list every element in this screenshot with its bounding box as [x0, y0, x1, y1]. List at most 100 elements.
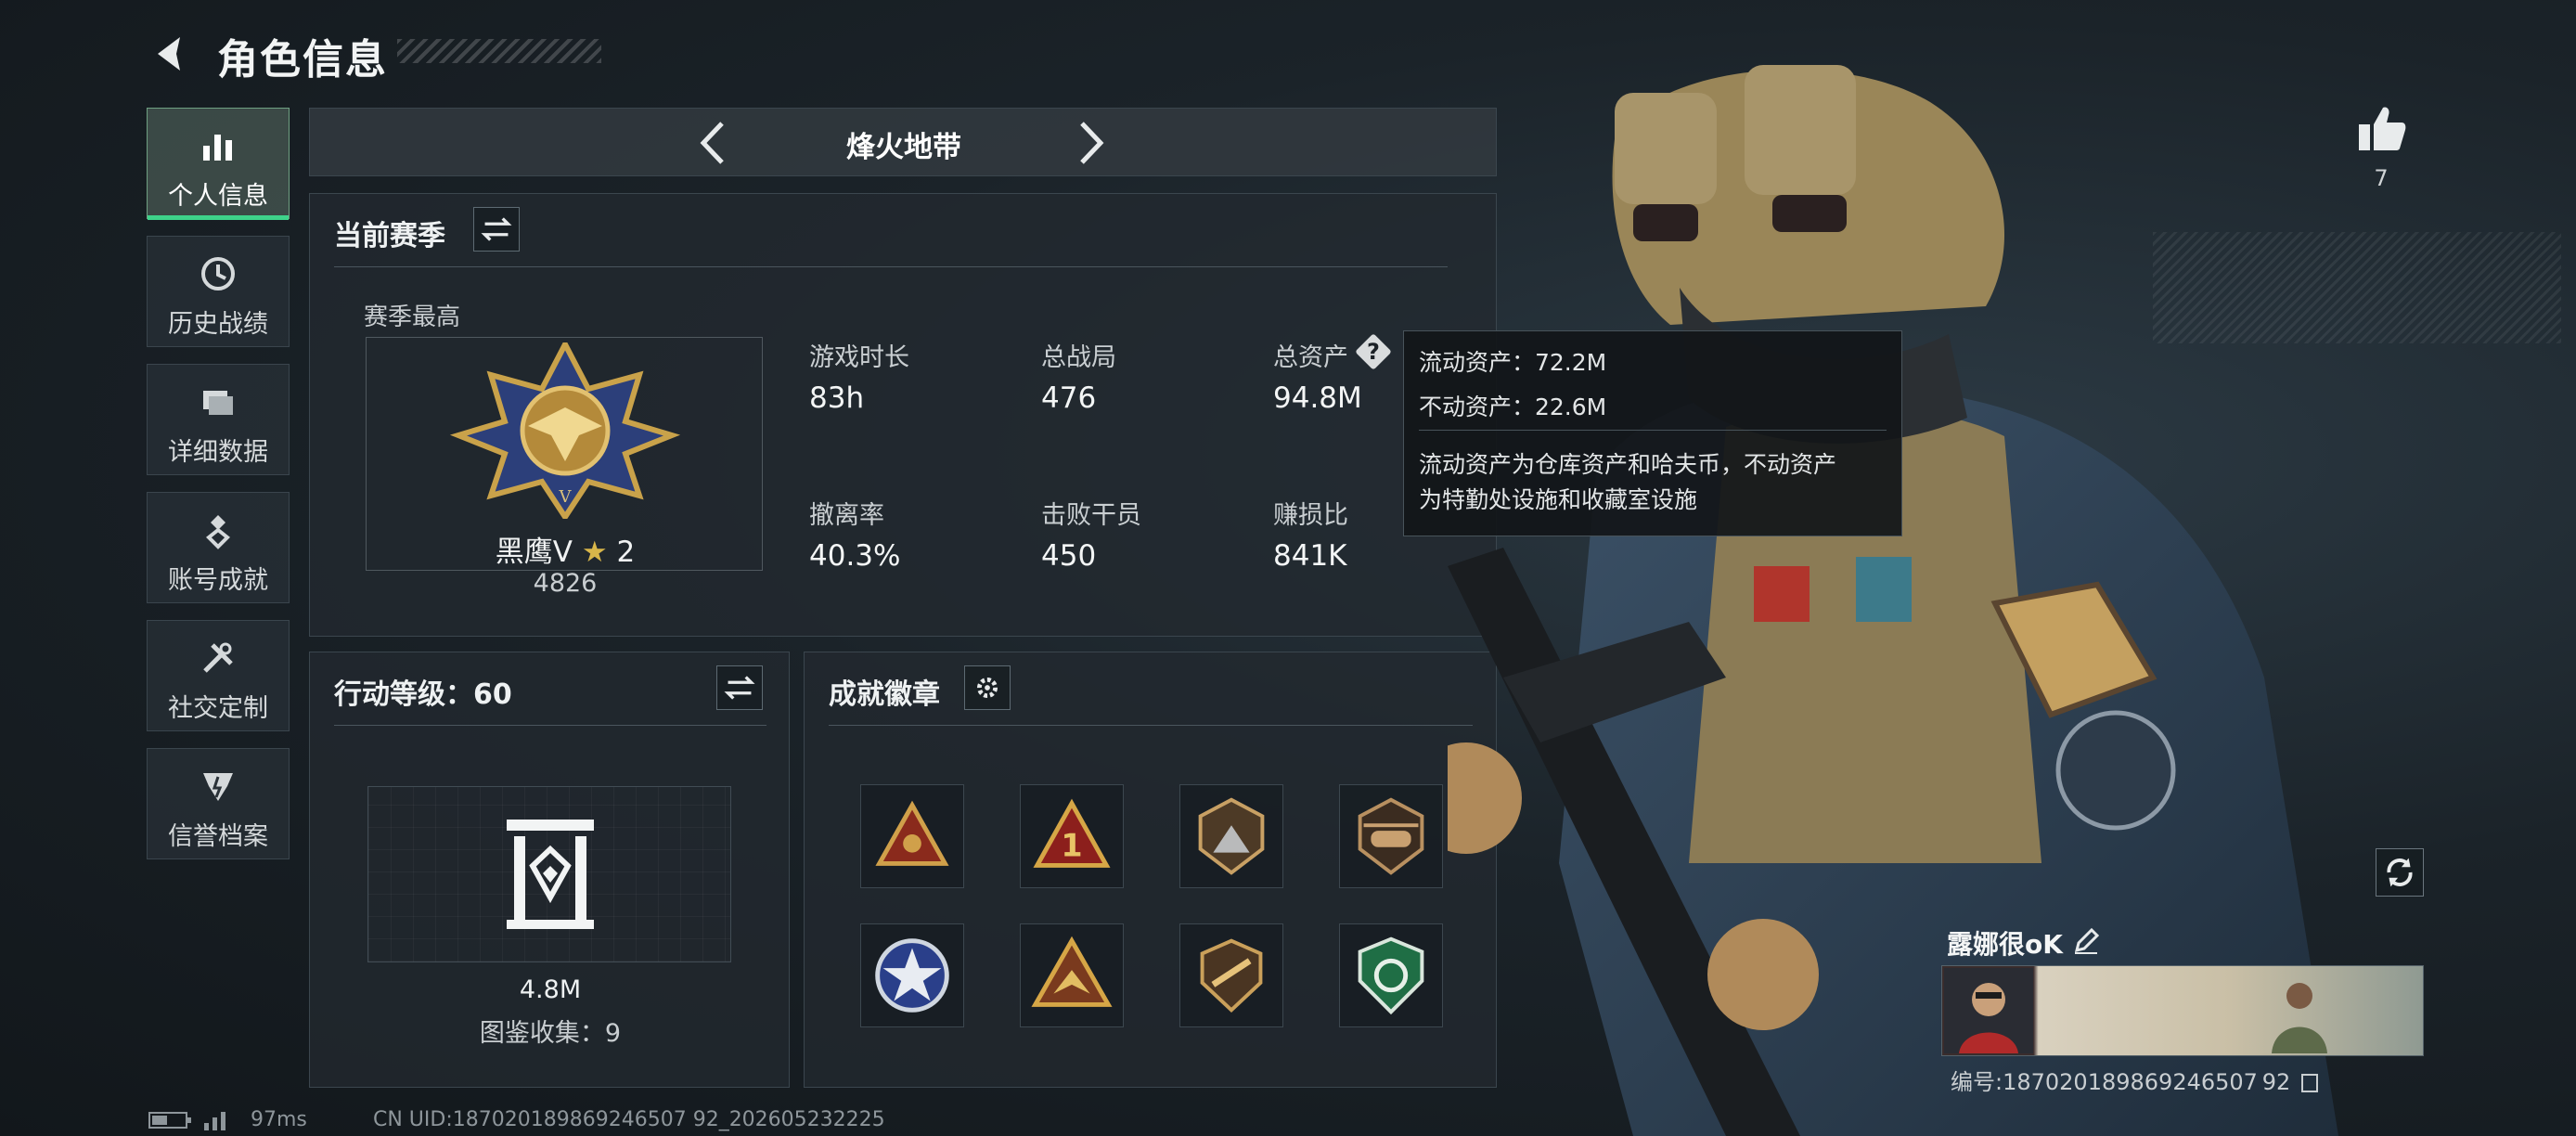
tooltip-desc-line1: 流动资产为仓库资产和哈夫币，不动资产 [1419, 451, 1837, 478]
refresh-icon [2387, 858, 2413, 887]
stat-value-total-matches: 476 [1041, 381, 1097, 415]
gear-icon [976, 677, 998, 699]
mode-name: 烽火地带 [846, 131, 961, 164]
folder-icon [203, 391, 233, 415]
rank-name-row: 黑鹰V ★ 2 [477, 528, 653, 570]
stat-label-extraction-rate: 撤离率 [809, 501, 884, 530]
sidebar-item-label: 账号成就 [168, 566, 268, 595]
achievements-panel: 成就徽章 1 [804, 652, 1497, 1088]
title-decor-stripes [397, 39, 601, 63]
stat-value-profit-loss: 841K [1273, 539, 1347, 573]
rank-stars: 2 [616, 536, 636, 569]
stat-label-play-time: 游戏时长 [809, 343, 909, 372]
banner-figure [2272, 983, 2327, 1053]
achievement-badge[interactable] [1339, 923, 1443, 1027]
action-level-switch-button[interactable] [716, 665, 763, 710]
svg-text:V: V [559, 487, 573, 507]
rank-one-icon: 1 [1033, 798, 1111, 868]
stat-value-operators-defeated: 450 [1041, 539, 1097, 573]
achievement-badge[interactable] [1179, 784, 1283, 888]
green-shield-icon [1358, 936, 1424, 1015]
rank-score: 4826 [533, 569, 598, 598]
avatar [1944, 968, 2033, 1053]
sidebar-item-label: 详细数据 [168, 438, 268, 467]
edit-icon[interactable] [2071, 926, 2101, 956]
svg-text:1: 1 [1061, 828, 1082, 864]
stat-value-play-time: 83h [809, 381, 865, 415]
achievement-badge[interactable] [860, 923, 964, 1027]
ping-value: 97ms [251, 1108, 307, 1131]
copy-icon[interactable] [2300, 1074, 2318, 1092]
battery-icon [148, 1112, 191, 1129]
rank-name: 黑鹰V [495, 536, 573, 569]
triangle-emblem-icon [875, 800, 949, 866]
helicopter-icon [1358, 797, 1424, 875]
achievement-badge[interactable] [1179, 923, 1283, 1027]
sidebar-item-social-custom[interactable]: 社交定制 [147, 620, 290, 731]
divider [829, 725, 1473, 726]
sidebar-item-account-achievements[interactable]: 账号成就 [147, 492, 290, 603]
season-switch-button[interactable] [473, 207, 520, 252]
sidebar-item-history[interactable]: 历史战绩 [147, 236, 290, 347]
gun-shield-icon [1200, 938, 1263, 1013]
eagle-triangle-icon [1031, 936, 1113, 1007]
sidebar-item-label: 社交定制 [168, 694, 268, 723]
season-best-label: 赛季最高 [364, 303, 461, 331]
likes-count: 7 [2374, 165, 2389, 191]
tools-icon [203, 642, 233, 673]
action-level-title: 行动等级：60 [334, 678, 512, 711]
swap-icon [481, 217, 512, 241]
signal-icon [204, 1112, 225, 1130]
achievements-title: 成就徽章 [829, 678, 940, 711]
achievement-badge[interactable] [1020, 923, 1124, 1027]
sidebar-item-label: 个人信息 [168, 182, 268, 211]
assets-tooltip: 流动资产：72.2M 不动资产：22.6M 流动资产为仓库资产和哈夫币，不动资产… [1403, 330, 1902, 536]
stat-value-total-assets: 94.8M [1273, 381, 1362, 415]
rank-medal-icon: V [449, 342, 681, 519]
refresh-button[interactable] [2376, 848, 2424, 897]
sidebar-item-credit-record[interactable]: 信誉档案 [147, 748, 290, 859]
tooltip-desc-line2: 为特勤处设施和收藏室设施 [1419, 486, 1698, 513]
achievement-badge[interactable] [860, 784, 964, 888]
medal-icon [206, 515, 230, 549]
stat-label-operators-defeated: 击败干员 [1041, 501, 1141, 530]
sidebar-item-detailed-data[interactable]: 详细数据 [147, 364, 290, 475]
star-medal-icon [875, 938, 949, 1013]
stat-label-total-matches: 总战局 [1041, 343, 1116, 372]
achievements-settings-button[interactable] [964, 665, 1011, 710]
mountain-shield-icon [1198, 797, 1265, 875]
swap-icon [724, 676, 755, 700]
shield-icon [203, 773, 233, 801]
page-title: 角色信息 [217, 36, 388, 84]
player-name: 露娜很oK [1947, 929, 2063, 960]
thumbs-up-icon[interactable] [2355, 102, 2407, 154]
help-icon[interactable]: ? [1357, 335, 1390, 368]
collection-vault-icon [507, 820, 594, 929]
sidebar-item-personal-info[interactable]: 个人信息 [147, 108, 290, 220]
achievement-badge[interactable] [1339, 784, 1443, 888]
stat-label-total-assets: 总资产 [1273, 343, 1348, 372]
action-level-panel: 行动等级：60 4.8M 图鉴收集：9 [309, 652, 790, 1088]
star-icon: ★ [581, 536, 608, 569]
action-level-value: 4.8M [519, 975, 582, 1004]
bar-chart-icon [203, 135, 232, 161]
divider [334, 725, 766, 726]
chevron-right-icon[interactable] [1067, 118, 1114, 168]
tooltip-divider [1419, 430, 1887, 431]
tooltip-liquid-assets: 流动资产：72.2M [1419, 349, 1607, 376]
stat-value-extraction-rate: 40.3% [809, 539, 901, 573]
clock-icon [201, 257, 235, 290]
sidebar-item-label: 信誉档案 [168, 822, 268, 851]
season-title: 当前赛季 [334, 220, 445, 252]
season-panel: 当前赛季 赛季最高 V 黑鹰V ★ 2 4826 游戏时长 83h 总战局 47… [309, 193, 1497, 637]
tooltip-fixed-assets: 不动资产：22.6M [1419, 394, 1607, 420]
mode-selector: 烽火地带 [309, 108, 1497, 176]
player-id: 编号:187020189869246507 92 [1951, 1064, 2318, 1096]
player-id-text: 编号:187020189869246507 92 [1951, 1069, 2291, 1095]
profile-banner[interactable] [1941, 965, 2424, 1056]
uid-text: CN UID:187020189869246507 92_20260523222… [373, 1108, 885, 1131]
divider [334, 266, 1448, 267]
sidebar-item-label: 历史战绩 [168, 310, 268, 339]
back-arrow-icon[interactable] [148, 32, 193, 76]
achievement-badge[interactable]: 1 [1020, 784, 1124, 888]
